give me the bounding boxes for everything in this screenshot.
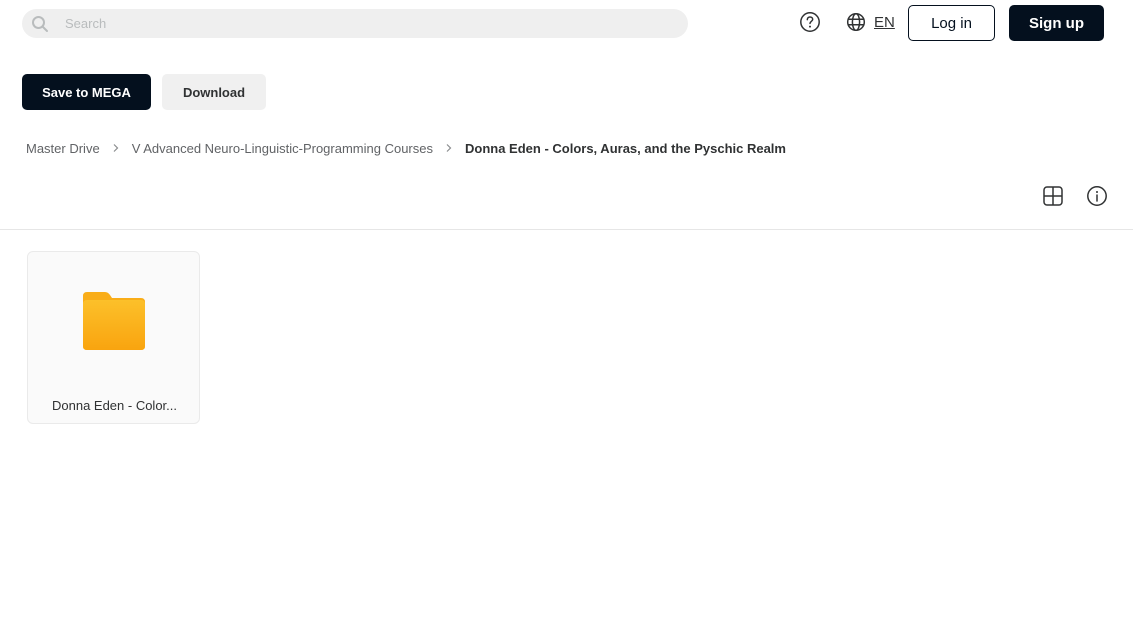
- folder-icon: [83, 292, 145, 350]
- globe-icon: [846, 12, 866, 32]
- info-icon: [1087, 186, 1107, 206]
- breadcrumb-current: Donna Eden - Colors, Auras, and the Pysc…: [465, 140, 786, 156]
- search-input[interactable]: [65, 16, 625, 31]
- signup-button[interactable]: Sign up: [1009, 5, 1104, 41]
- search-icon: [30, 14, 50, 34]
- top-bar: EN Log in Sign up: [0, 0, 1133, 46]
- help-button[interactable]: [799, 11, 821, 33]
- search-bar[interactable]: [22, 9, 688, 38]
- breadcrumb-item-nlp-courses[interactable]: V Advanced Neuro-Linguistic-Programming …: [132, 141, 433, 156]
- info-button[interactable]: [1086, 185, 1108, 207]
- folder-name: Donna Eden - Color...: [51, 398, 178, 413]
- grid-view-button[interactable]: [1042, 185, 1064, 207]
- help-icon: [800, 12, 820, 32]
- save-to-mega-button[interactable]: Save to MEGA: [22, 74, 151, 110]
- chevron-right-icon: [443, 142, 455, 154]
- login-button[interactable]: Log in: [908, 5, 995, 41]
- language-label[interactable]: EN: [874, 14, 895, 31]
- language-selector[interactable]: EN: [846, 11, 895, 33]
- breadcrumb: Master Drive V Advanced Neuro-Linguistic…: [26, 138, 786, 158]
- chevron-right-icon: [110, 142, 122, 154]
- grid-view-icon: [1043, 186, 1063, 206]
- download-button[interactable]: Download: [162, 74, 266, 110]
- folder-card[interactable]: Donna Eden - Color...: [27, 251, 200, 424]
- divider: [0, 229, 1133, 230]
- breadcrumb-item-master-drive[interactable]: Master Drive: [26, 141, 100, 156]
